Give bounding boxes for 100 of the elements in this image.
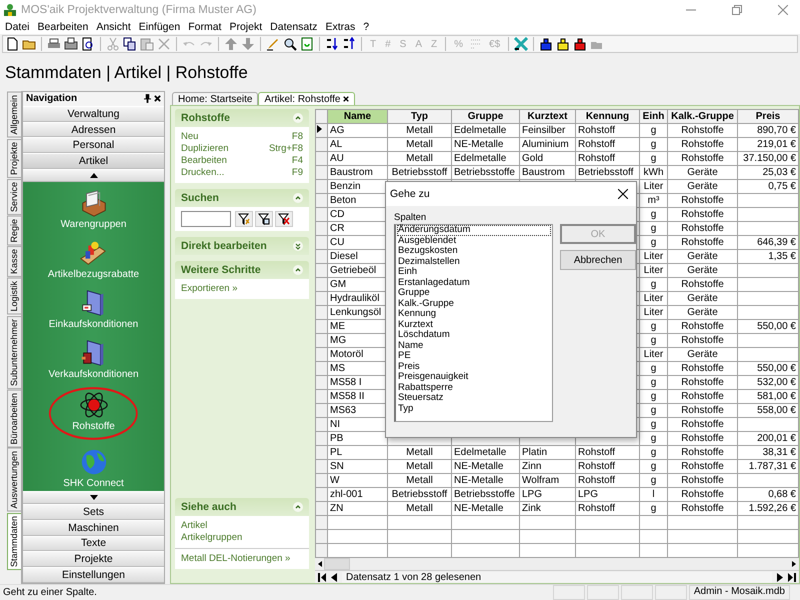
navigation-item[interactable]: Verkaufskonditionen	[44, 336, 143, 382]
print-setup-icon[interactable]	[64, 37, 78, 51]
document-tab[interactable]: Home: Startseite	[172, 92, 258, 105]
side-tab[interactable]: Projekte	[7, 138, 21, 178]
previous-record-icon[interactable]	[331, 572, 337, 582]
collapse-icon[interactable]	[293, 502, 303, 512]
section-header[interactable]: Direkt bearbeiten	[175, 237, 309, 255]
list-item[interactable]: Einh	[397, 267, 551, 278]
list-item[interactable]: Rabattsperre	[397, 382, 551, 393]
column-header[interactable]: Kalk.-Gruppe	[668, 110, 738, 124]
list-item[interactable]: Ausgeblendet	[397, 236, 551, 246]
list-item[interactable]: Löschdatum	[397, 330, 551, 340]
menu-item[interactable]: Format	[184, 21, 226, 33]
column-header[interactable]: Einh	[640, 110, 668, 124]
filter-button[interactable]	[235, 211, 253, 227]
clear-filter-button[interactable]	[275, 211, 293, 227]
next-record-icon[interactable]	[777, 572, 783, 582]
list-item[interactable]: Erstanlagedatum	[397, 278, 551, 288]
list-item[interactable]: Typ	[397, 404, 551, 414]
collapse-icon[interactable]	[293, 193, 303, 203]
task-link[interactable]: Neu	[181, 131, 198, 143]
print-icon[interactable]	[47, 37, 61, 51]
close-icon[interactable]	[618, 189, 628, 199]
sort-descending-icon[interactable]	[342, 37, 356, 51]
section-header[interactable]: Rohstoffe	[175, 109, 309, 127]
column-header[interactable]: Kennung	[576, 110, 640, 124]
navigation-item[interactable]: Rohstoffe	[48, 386, 139, 441]
list-item[interactable]: PE	[397, 351, 551, 362]
side-tab[interactable]: Kasse	[7, 246, 21, 278]
side-tab[interactable]: Regie	[7, 216, 21, 246]
navigation-item[interactable]: Artikelbezugsrabatte	[44, 236, 144, 282]
print-preview-icon[interactable]	[81, 37, 95, 51]
menu-item[interactable]: Ansicht	[92, 21, 135, 33]
section-header[interactable]: Weitere Schritte	[175, 261, 309, 279]
scroll-down-button[interactable]	[23, 491, 164, 504]
column-header[interactable]: Kurztext	[520, 110, 576, 124]
side-tab[interactable]: Subunternehmer	[7, 316, 21, 389]
navigation-group-button[interactable]: Sets	[23, 504, 164, 520]
puzzle-icon[interactable]	[556, 37, 570, 51]
list-item[interactable]: Kennung	[397, 309, 551, 320]
side-tab[interactable]: Logistik	[7, 278, 21, 315]
list-item[interactable]: Preisgenauigkeit	[397, 372, 551, 382]
search-field[interactable]	[181, 211, 231, 227]
menu-item[interactable]: Bearbeiten	[34, 21, 92, 33]
first-record-icon[interactable]	[318, 572, 326, 582]
column-header[interactable]: Gruppe	[452, 110, 520, 124]
row-header[interactable]	[316, 124, 328, 138]
list-item[interactable]: Steuersatz	[397, 393, 551, 404]
menu-item[interactable]: Projekt	[225, 21, 266, 33]
side-tab[interactable]: Allgemein	[7, 92, 21, 138]
puzzle-icon[interactable]	[539, 37, 554, 51]
scroll-right-icon[interactable]	[792, 561, 796, 567]
section-header[interactable]: Suchen	[175, 189, 309, 207]
list-item[interactable]: Name	[397, 340, 551, 351]
column-list[interactable]: Änderungsdatum Ausgeblendet Bezugskosten Dezimalstellen Einh Erstanlagedatum Gruppe Kalk.-Gruppe Kennung Kurztext Löschdatum Name PE Preis Preisgenauigkeit Rabattsperre Steuersatz Typ	[394, 224, 553, 422]
task-link[interactable]: Duplizieren	[181, 143, 229, 155]
navigation-group-button[interactable]: Maschinen	[23, 520, 164, 536]
list-item[interactable]: Änderungsdatum	[397, 225, 551, 236]
tools-icon[interactable]	[514, 37, 528, 51]
arrow-up-icon[interactable]	[224, 37, 238, 51]
list-item[interactable]: Preis	[397, 362, 551, 372]
close-icon[interactable]	[154, 95, 161, 102]
close-tab-icon[interactable]	[343, 96, 350, 102]
delete-icon[interactable]	[157, 37, 171, 51]
copy-icon[interactable]	[123, 37, 137, 51]
scroll-left-icon[interactable]	[318, 561, 322, 567]
navigation-item[interactable]: Einkaufskonditionen	[44, 286, 142, 332]
arrow-down-icon[interactable]	[241, 37, 255, 51]
column-header[interactable]: Typ	[388, 110, 452, 124]
list-item[interactable]: Bezugskosten	[397, 246, 551, 256]
navigation-group-button[interactable]: Einstellungen	[23, 567, 164, 583]
menu-item[interactable]: Datensatz	[266, 21, 322, 33]
puzzle-icon[interactable]	[573, 37, 588, 51]
related-link[interactable]: Artikelgruppen	[181, 532, 242, 544]
last-record-icon[interactable]	[788, 572, 796, 582]
column-header[interactable]: Name	[328, 110, 388, 124]
sort-ascending-icon[interactable]	[325, 37, 339, 51]
collapse-icon[interactable]	[293, 265, 303, 275]
pin-icon[interactable]	[144, 94, 151, 104]
refresh-icon[interactable]	[300, 37, 314, 51]
menu-item[interactable]: Einfügen	[134, 21, 184, 33]
list-item[interactable]: Kalk.-Gruppe	[397, 298, 551, 309]
side-tab[interactable]: Stammdaten	[7, 512, 21, 570]
navigation-group-button[interactable]: Artikel	[23, 153, 164, 170]
search-icon[interactable]	[283, 37, 297, 51]
list-item[interactable]: Gruppe	[397, 288, 551, 298]
related-link[interactable]: Metall DEL-Notierungen »	[181, 553, 290, 565]
pencil-icon[interactable]	[266, 37, 280, 51]
side-tab[interactable]: Büroarbeiten	[7, 390, 21, 448]
column-header[interactable]: Preis	[738, 110, 798, 124]
navigation-group-button[interactable]: Verwaltung	[23, 106, 164, 122]
section-header[interactable]: Siehe auch	[175, 498, 309, 516]
navigation-group-button[interactable]: Personal	[23, 137, 164, 154]
horizontal-scrollbar[interactable]	[315, 558, 799, 570]
filter-table-button[interactable]	[255, 211, 273, 227]
cancel-button[interactable]: Abbrechen	[560, 250, 636, 270]
restore-icon[interactable]	[732, 5, 742, 15]
scroll-thumb[interactable]	[324, 558, 350, 570]
side-tab[interactable]: Service	[7, 178, 21, 215]
menu-item[interactable]: Datei	[1, 21, 34, 33]
